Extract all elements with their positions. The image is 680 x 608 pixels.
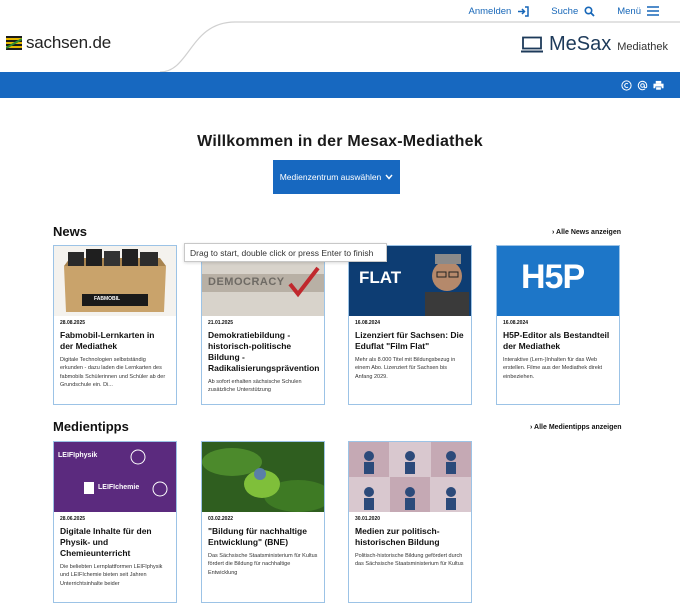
- news-card-desc: Ab sofort erhalten sächsische Schulen zu…: [208, 379, 302, 394]
- filmflat-image-text: FLAT: [359, 268, 402, 287]
- news-card-title: H5P-Editor als Bestandteil der Mediathek: [503, 330, 610, 352]
- news-card-title: Fabmobil-Lernkarten in der Mediathek: [60, 330, 155, 352]
- medientipp-card-title: "Bildung für nachhaltige Entwicklung" (B…: [208, 526, 307, 548]
- saxony-coat-of-arms-icon: [6, 36, 22, 50]
- news-card-image-h5p: H5P: [497, 246, 619, 316]
- all-news-link[interactable]: › Alle News anzeigen: [552, 229, 621, 236]
- sachsen-logo[interactable]: sachsen.de: [6, 33, 111, 53]
- medientipp-card-image-leifi: LEIFIphysik LEIFIchemie: [54, 442, 176, 512]
- mesax-logo[interactable]: MeSax Mediathek: [520, 33, 668, 56]
- mediathek-subtitle: Mediathek: [617, 40, 668, 53]
- hamburger-icon: [647, 6, 659, 16]
- news-card[interactable]: FLAT 16.08.2024 Lizenziert für Sachsen: …: [348, 245, 472, 405]
- all-medientipps-link[interactable]: › Alle Medientipps anzeigen: [530, 424, 622, 431]
- chevron-down-icon: [385, 174, 393, 180]
- news-heading: News: [53, 224, 87, 239]
- fabmobil-image-text: FABMOBIL: [94, 296, 121, 302]
- medientipp-card-title: Medien zur politisch-historischen Bildun…: [355, 526, 440, 548]
- all-medientipps-label: Alle Medientipps anzeigen: [534, 424, 622, 431]
- news-card-date: 21.01.2025: [208, 320, 234, 326]
- copyright-icon[interactable]: [621, 79, 632, 91]
- leifichemie-text: LEIFIchemie: [98, 484, 140, 491]
- search-label: Suche: [551, 5, 579, 17]
- news-card[interactable]: DEMOCRACY 21.01.2025 Demokratiebildung -…: [201, 245, 325, 405]
- medientipp-card-title: Digitale Inhalte für den Physik- und Che…: [60, 526, 152, 559]
- all-news-label: Alle News anzeigen: [556, 229, 621, 236]
- mediathek-name: MeSax: [548, 33, 612, 55]
- medientipp-card[interactable]: LEIFIphysik LEIFIchemie 28.06.2025 Digit…: [53, 441, 177, 603]
- medientipp-card-date: 03.02.2022: [208, 516, 234, 522]
- page-title: Willkommen in der Mesax-Mediathek: [197, 133, 483, 150]
- login-link[interactable]: Anmelden: [460, 6, 539, 17]
- news-card-desc: Digitale Technologien selbstständig erku…: [60, 357, 166, 388]
- leifiphysik-text: LEIFIphysik: [58, 452, 98, 459]
- news-card-date: 16.08.2024: [355, 320, 381, 326]
- news-card-desc: Interaktive (Lern-)Inhalten für das Web …: [503, 357, 603, 380]
- login-icon: [518, 5, 530, 17]
- login-label: Anmelden: [468, 5, 512, 17]
- news-card-date: 28.08.2025: [60, 320, 86, 326]
- menu-label: Menü: [617, 5, 641, 17]
- democracy-image-text: DEMOCRACY: [208, 276, 285, 288]
- blue-toolbar: [0, 72, 680, 98]
- monitor-icon: [520, 36, 543, 53]
- news-card-desc: Mehr als 8.000 Titel mit Bildungsbezug i…: [355, 357, 456, 380]
- h5p-logo-text: H5P: [521, 258, 585, 296]
- news-card-title: Lizenziert für Sachsen: Die Eduflat "Fil…: [355, 330, 464, 352]
- medientipp-card-image-politics: [349, 442, 471, 512]
- medientipp-card[interactable]: 30.01.2020 Medien zur politisch-historis…: [348, 441, 472, 603]
- drag-tooltip: Drag to start, double click or press Ent…: [184, 243, 387, 262]
- news-card-date: 16.08.2024: [503, 320, 529, 326]
- news-card-image-fabmobil: FABMOBIL: [54, 246, 176, 316]
- site-name: sachsen.de: [26, 33, 111, 52]
- medientipp-card-image-plant: [202, 442, 324, 512]
- medientipp-card-desc: Politisch-historische Bildung gefördert …: [355, 553, 464, 568]
- medientipps-heading: Medientipps: [53, 419, 129, 434]
- select-media-center-button[interactable]: Medienzentrum auswählen: [273, 160, 400, 194]
- utility-nav: Anmelden Suche Menü: [300, 0, 680, 22]
- menu-link[interactable]: Menü: [608, 6, 668, 17]
- news-card[interactable]: FABMOBIL 28.08.2025 Fabmobil-Lernkarten …: [53, 245, 177, 405]
- search-link[interactable]: Suche: [542, 6, 604, 17]
- medientipp-card-date: 28.06.2025: [60, 516, 86, 522]
- news-card-title: Demokratiebildung - historisch-politisch…: [208, 330, 320, 374]
- search-icon: [584, 5, 595, 17]
- medientipp-card[interactable]: 03.02.2022 "Bildung für nachhaltige Entw…: [201, 441, 325, 603]
- select-media-center-label: Medienzentrum auswählen: [279, 172, 382, 182]
- medientipp-card-date: 30.01.2020: [355, 516, 381, 522]
- at-icon[interactable]: [637, 80, 648, 91]
- news-card[interactable]: H5P 16.08.2024 H5P-Editor als Bestandtei…: [496, 245, 620, 405]
- medientipp-card-desc: Die beliebten Lernplattformen LEIFIphysi…: [60, 564, 163, 587]
- medientipp-card-desc: Das Sächsische Staatsministerium für Kul…: [208, 553, 318, 576]
- print-icon[interactable]: [653, 80, 664, 91]
